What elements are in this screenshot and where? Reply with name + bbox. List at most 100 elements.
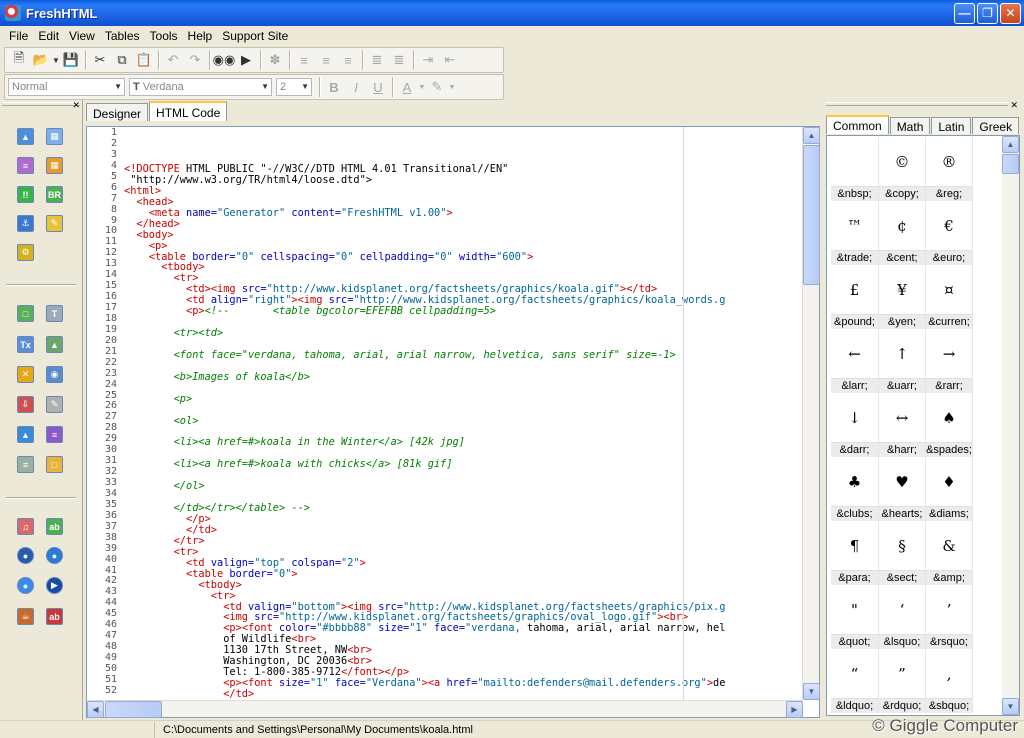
align-left-icon[interactable]: ≡ bbox=[293, 49, 315, 71]
numbered-list-icon[interactable]: ≣ bbox=[366, 49, 388, 71]
entity-name[interactable]: &rdquo; bbox=[879, 698, 926, 713]
entity-glyph[interactable]: ♥ bbox=[879, 457, 926, 506]
scroll-up-button[interactable]: ▲ bbox=[1002, 136, 1019, 153]
form-icon[interactable]: □ bbox=[17, 305, 34, 322]
entity-name[interactable]: &hearts; bbox=[879, 506, 926, 521]
tab-designer[interactable]: Designer bbox=[86, 103, 149, 121]
align-center-icon[interactable]: ≡ bbox=[315, 49, 337, 71]
entity-name[interactable]: &lsquo; bbox=[879, 634, 926, 649]
panel-grip[interactable] bbox=[2, 102, 80, 106]
code-line[interactable]: <font face="verdana, tahoma, arial, aria… bbox=[124, 349, 804, 361]
paragraph-style-select[interactable]: Normal ▼ bbox=[8, 78, 125, 96]
open-folder-icon[interactable]: 📂 bbox=[30, 49, 52, 71]
entity-glyph[interactable]: ‚ bbox=[926, 649, 973, 698]
font-color-icon[interactable]: A bbox=[396, 76, 418, 98]
close-icon[interactable]: ✕ bbox=[1010, 100, 1018, 111]
entity-name[interactable]: &quot; bbox=[831, 634, 879, 649]
tab-latin[interactable]: Latin bbox=[931, 117, 972, 134]
tab-html-code[interactable]: HTML Code bbox=[149, 101, 228, 121]
entity-name[interactable]: &larr; bbox=[831, 378, 879, 393]
go-to-icon[interactable]: ▶ bbox=[235, 49, 257, 71]
minimize-button[interactable]: — bbox=[954, 2, 975, 24]
align-right-icon[interactable]: ≡ bbox=[337, 49, 359, 71]
entity-glyph[interactable]: ¤ bbox=[926, 265, 973, 314]
tab-common[interactable]: Common bbox=[826, 115, 889, 134]
italic-button[interactable]: I bbox=[345, 76, 367, 98]
entity-name[interactable]: &ldquo; bbox=[831, 698, 879, 713]
close-icon[interactable]: ✕ bbox=[72, 100, 80, 111]
menu-help[interactable]: Help bbox=[183, 29, 218, 43]
scroll-thumb[interactable] bbox=[1002, 154, 1019, 174]
text-field-icon[interactable]: T bbox=[46, 305, 63, 322]
script-icon[interactable]: ⚙ bbox=[17, 244, 34, 261]
entity-glyph[interactable] bbox=[831, 137, 879, 186]
entity-glyph[interactable]: ♠ bbox=[926, 393, 973, 442]
code-line[interactable] bbox=[124, 470, 804, 481]
code-line[interactable] bbox=[124, 405, 804, 416]
highlight-color-icon[interactable]: ✎ bbox=[426, 76, 448, 98]
menu-tables[interactable]: Tables bbox=[100, 29, 145, 43]
entity-name[interactable]: &copy; bbox=[879, 186, 926, 201]
undo-icon[interactable]: ↶ bbox=[162, 49, 184, 71]
entity-name[interactable]: &darr; bbox=[831, 442, 879, 457]
radio-button-icon[interactable]: ◉ bbox=[46, 366, 63, 383]
entity-name[interactable]: &harr; bbox=[879, 442, 926, 457]
code-line[interactable]: <html> bbox=[124, 185, 804, 197]
image-icon[interactable]: ▲ bbox=[17, 128, 34, 145]
code-line[interactable]: <body> bbox=[124, 229, 804, 241]
font-size-select[interactable]: 2 ▼ bbox=[276, 78, 312, 96]
outdent-icon[interactable]: ⇤ bbox=[439, 49, 461, 71]
entity-glyph[interactable]: © bbox=[879, 137, 926, 186]
cut-icon[interactable]: ✂ bbox=[89, 49, 111, 71]
entity-name[interactable]: &amp; bbox=[926, 570, 973, 585]
entity-glyph[interactable]: → bbox=[926, 329, 973, 378]
code-line[interactable]: <tbody> bbox=[124, 262, 804, 273]
underline-button[interactable]: U bbox=[367, 76, 389, 98]
entity-name[interactable]: &cent; bbox=[879, 250, 926, 265]
save-icon[interactable]: 💾 bbox=[60, 49, 82, 71]
fieldset-icon[interactable]: □ bbox=[46, 456, 63, 473]
html-code-editor[interactable]: 1 2 3 4 5 6 7 8 9 10 11 12 13 14 15 16 17 18 19 20 21 22 23 24 2… bbox=[86, 126, 820, 718]
image-map-icon[interactable]: ▲ bbox=[17, 426, 34, 443]
entity-name[interactable]: &sbquo; bbox=[926, 698, 973, 713]
vertical-scrollbar[interactable]: ▲ ▼ bbox=[802, 127, 820, 700]
menu-edit[interactable]: Edit bbox=[33, 29, 64, 43]
bold-button[interactable]: B bbox=[323, 76, 345, 98]
image-button-icon[interactable]: ▲ bbox=[46, 336, 63, 353]
entity-name[interactable]: &diams; bbox=[926, 506, 973, 521]
paste-icon[interactable]: 📋 bbox=[133, 49, 155, 71]
entity-glyph[interactable]: ™ bbox=[831, 201, 879, 250]
media-icon[interactable]: ♫ bbox=[17, 518, 34, 535]
code-line[interactable]: <ol> bbox=[124, 415, 804, 427]
entity-name[interactable]: &yen; bbox=[879, 314, 926, 329]
entity-name[interactable]: &curren; bbox=[926, 314, 973, 329]
entity-glyph[interactable]: ♣ bbox=[831, 457, 879, 506]
select-list-icon[interactable]: ≡ bbox=[46, 426, 63, 443]
scroll-thumb[interactable] bbox=[105, 701, 162, 718]
entity-glyph[interactable]: & bbox=[926, 521, 973, 570]
code-line[interactable] bbox=[124, 383, 804, 394]
entity-name[interactable]: &pound; bbox=[831, 314, 879, 329]
panel-grip[interactable] bbox=[826, 102, 1008, 106]
scroll-left-button[interactable]: ◀ bbox=[87, 701, 104, 718]
dropdown-arrow-icon[interactable]: ▼ bbox=[448, 76, 456, 98]
windows-media-icon[interactable]: ▶ bbox=[46, 577, 63, 594]
code-line[interactable]: </td> bbox=[124, 524, 804, 536]
code-line[interactable]: "http://www.w3.org/TR/html4/loose.dtd"> bbox=[124, 174, 804, 186]
entity-glyph[interactable]: ¢ bbox=[879, 201, 926, 250]
code-line[interactable]: <li><a href=#>koala with chicks</a> [81k… bbox=[124, 459, 804, 470]
entity-name[interactable]: &sect; bbox=[879, 570, 926, 585]
entity-glyph[interactable]: § bbox=[879, 521, 926, 570]
label-icon[interactable]: ≡ bbox=[17, 456, 34, 473]
entity-name[interactable]: &para; bbox=[831, 570, 879, 585]
entity-glyph[interactable]: " bbox=[831, 585, 879, 634]
scroll-thumb[interactable] bbox=[803, 145, 820, 285]
menu-file[interactable]: File bbox=[4, 29, 33, 43]
edit-note-icon[interactable]: ✎ bbox=[46, 215, 63, 232]
scroll-down-button[interactable]: ▼ bbox=[1002, 698, 1019, 715]
code-line[interactable]: </head> bbox=[124, 218, 804, 230]
code-line[interactable]: </p> bbox=[124, 514, 804, 525]
redo-icon[interactable]: ↷ bbox=[184, 49, 206, 71]
code-line[interactable] bbox=[124, 317, 804, 328]
code-line[interactable]: <b>Images of koala</b> bbox=[124, 371, 804, 383]
